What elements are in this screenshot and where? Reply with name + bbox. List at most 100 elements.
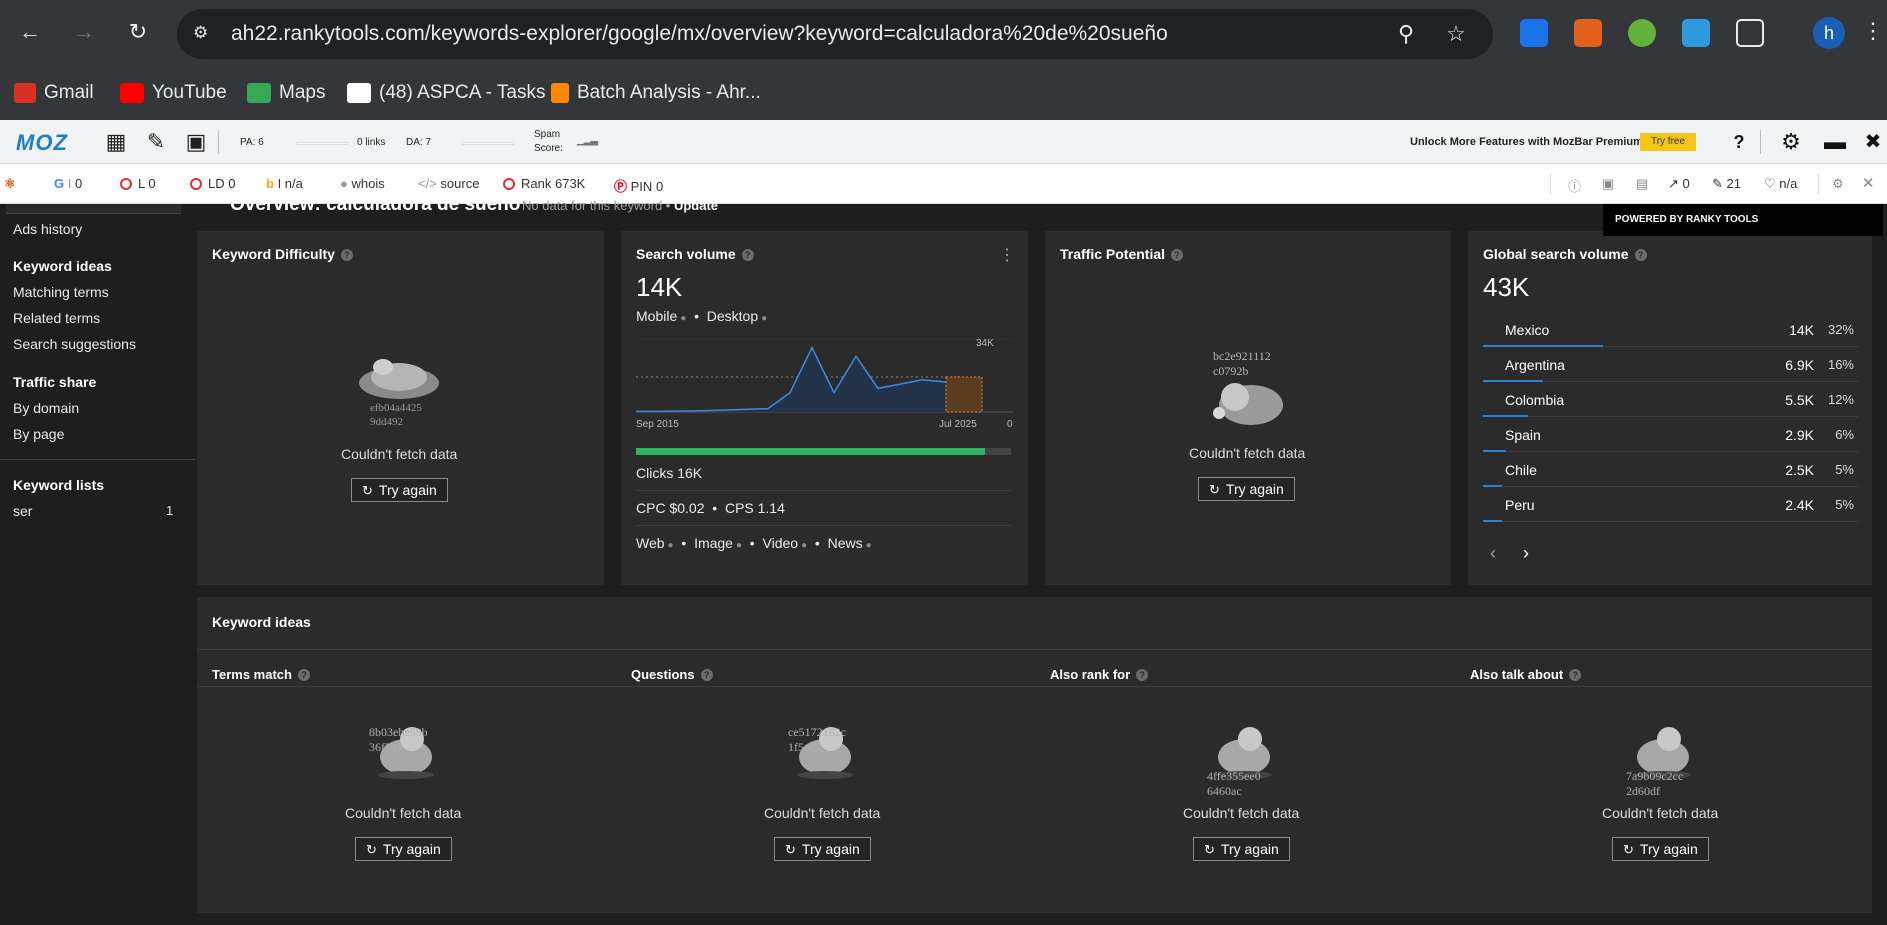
help-question-icon[interactable]: ? — [340, 249, 353, 261]
image-hash-line2: 1f5ac5 — [788, 740, 821, 754]
page-icon[interactable]: ▤ — [1636, 176, 1648, 192]
close-mozbar-icon[interactable]: ✖ — [1860, 129, 1886, 155]
url-text[interactable]: ah22.rankytools.com/keywords-explorer/go… — [231, 22, 1168, 46]
try-free-button[interactable]: Try free — [1640, 133, 1696, 151]
help-question-icon[interactable]: ? — [297, 669, 310, 681]
try-again-button[interactable]: ↻ Try again — [355, 837, 452, 861]
info-icon[interactable]: ⓘ — [1568, 176, 1581, 195]
country-row[interactable]: Argentina 6.9K 16% — [1483, 347, 1858, 382]
country-name: Argentina — [1505, 357, 1565, 373]
page-authority: PA: 6 — [240, 137, 264, 148]
address-bar[interactable]: ⚙ ah22.rankytools.com/keywords-explorer/… — [177, 9, 1493, 59]
help-question-icon[interactable]: ? — [1136, 669, 1149, 681]
bookmark-star-icon[interactable]: ☆ — [1443, 21, 1469, 47]
sidebar-item-list-ser[interactable]: ser — [13, 503, 32, 519]
error-message: Couldn't fetch data — [1189, 445, 1306, 461]
site-info-icon[interactable]: ⚙ — [193, 23, 217, 45]
page-analysis-icon[interactable]: ▦ — [103, 129, 129, 155]
sidebar-heading-traffic-share[interactable]: Traffic share — [13, 374, 96, 390]
country-row[interactable]: Peru 2.4K 5% — [1483, 487, 1858, 522]
help-question-icon[interactable]: ? — [1569, 669, 1582, 681]
rank-metric[interactable]: Rank 673K — [503, 176, 585, 191]
search-volume-card: Search volume? ⋮ 14K Mobile ● • Desktop ● … — [621, 231, 1028, 585]
browser-menu-icon[interactable]: ⋮ — [1862, 18, 1884, 48]
zoom-icon[interactable]: ⚲ — [1393, 21, 1419, 47]
try-again-button[interactable]: ↻ Try again — [351, 478, 448, 502]
source-link[interactable]: </> source — [418, 176, 479, 191]
update-link[interactable]: Update — [674, 198, 718, 213]
try-again-button[interactable]: ↻ Try again — [1193, 837, 1290, 861]
extension-icon-blue[interactable] — [1520, 19, 1548, 47]
highlight-pencil-icon[interactable]: ✎ — [143, 129, 169, 155]
extension-icon-m[interactable] — [1682, 19, 1710, 47]
try-again-button[interactable]: ↻ Try again — [1198, 477, 1295, 501]
sidebar-heading-keyword-ideas[interactable]: Keyword ideas — [13, 258, 112, 274]
lock-icon: ● — [761, 313, 768, 324]
sidebar-item-by-page[interactable]: By page — [13, 426, 64, 442]
display-icon[interactable]: ▣ — [1602, 176, 1614, 192]
extension-icon-bulb[interactable] — [1628, 19, 1656, 47]
image-hash-line1: 8b03ebe59b — [369, 725, 428, 739]
forecast-area — [945, 376, 983, 413]
profile-avatar[interactable]: h — [1813, 17, 1845, 49]
image-hash-line1: bc2e921112 — [1213, 349, 1271, 363]
divider — [636, 490, 1011, 491]
help-question-icon[interactable]: ? — [1634, 249, 1647, 261]
sidebar-item-matching-terms[interactable]: Matching terms — [13, 284, 109, 300]
country-row[interactable]: Spain 2.9K 6% — [1483, 417, 1858, 452]
image-hash-line1: efb04a4425 — [370, 402, 422, 414]
reload-icon[interactable]: ↻ — [124, 18, 152, 46]
country-row[interactable]: Colombia 5.5K 12% — [1483, 382, 1858, 417]
help-question-icon[interactable]: ? — [1171, 249, 1184, 261]
seoquake-logo-icon[interactable]: ⚛ — [4, 176, 16, 192]
bookmark-gmail[interactable]: Gmail — [14, 80, 94, 106]
country-row[interactable]: Chile 2.5K 5% — [1483, 452, 1858, 487]
country-row[interactable]: Mexico 14K 32% — [1483, 312, 1858, 347]
seo-settings-gear-icon[interactable]: ⚙ — [1832, 176, 1844, 192]
sidebar-item-search-suggestions[interactable]: Search suggestions — [13, 336, 136, 352]
whois-link[interactable]: ● whois — [340, 176, 385, 191]
sidebar-item-ads-history[interactable]: Ads history — [13, 221, 82, 237]
bing-index-metric[interactable]: b I n/a — [266, 176, 303, 191]
sidebar-heading-keyword-lists[interactable]: Keyword lists — [13, 477, 104, 493]
google-index-metric[interactable]: G I 0 — [54, 176, 82, 191]
help-question-icon[interactable]: ? — [741, 249, 754, 261]
lock-icon: ● — [735, 540, 743, 551]
code-icon: </> — [418, 176, 437, 191]
sidebar-item-by-domain[interactable]: By domain — [13, 400, 79, 416]
help-question-icon[interactable]: ? — [700, 669, 713, 681]
links-metric[interactable]: L 0 — [120, 176, 156, 191]
sidebar-active-item-overview[interactable] — [6, 204, 181, 214]
bookmark-batch-analysis[interactable]: Batch Analysis - Ahr... — [551, 80, 761, 106]
more-options-icon[interactable]: ⋮ — [999, 245, 1015, 265]
lock-icon: ● — [680, 313, 687, 324]
prev-page-icon[interactable]: ‹ — [1490, 543, 1496, 564]
error-message: Couldn't fetch data — [764, 805, 881, 821]
refresh-icon: ↻ — [1204, 842, 1215, 857]
links-count: 0 links — [357, 137, 386, 148]
bookmark-youtube[interactable]: YouTube — [120, 80, 227, 106]
help-icon[interactable]: ? — [1726, 129, 1752, 155]
settings-gear-icon[interactable]: ⚙ — [1778, 129, 1804, 155]
next-page-icon[interactable]: › — [1523, 543, 1529, 564]
sidebar-item-related-terms[interactable]: Related terms — [13, 310, 100, 326]
bookmark-aspca[interactable]: (48) ASPCA - Tasks — [347, 80, 546, 106]
pinterest-metric[interactable]: Ⓟ PIN 0 — [614, 176, 663, 195]
divider — [197, 649, 1872, 650]
try-again-button[interactable]: ↻ Try again — [1612, 837, 1709, 861]
ratio-metric[interactable]: ♡ n/a — [1764, 176, 1797, 192]
bookmark-maps[interactable]: Maps — [247, 80, 325, 106]
linking-domains-metric[interactable]: LD 0 — [190, 176, 235, 191]
back-icon[interactable]: ← — [16, 18, 44, 46]
forward-icon[interactable]: → — [70, 18, 98, 46]
extensions-puzzle-icon[interactable] — [1736, 19, 1764, 47]
minimize-bar-icon[interactable]: ▬ — [1822, 129, 1848, 155]
page-count-metric[interactable]: ✎ 21 — [1712, 176, 1741, 192]
keyword-research-icon[interactable]: ▣ — [183, 129, 209, 155]
close-seo-toolbar-icon[interactable]: ✕ — [1862, 174, 1875, 192]
external-links-metric[interactable]: ↗ 0 — [1668, 176, 1690, 192]
extension-icon-seoquake[interactable] — [1574, 19, 1602, 47]
error-message: Couldn't fetch data — [1602, 805, 1719, 821]
person-icon: ● — [340, 176, 348, 191]
try-again-button[interactable]: ↻ Try again — [774, 837, 871, 861]
